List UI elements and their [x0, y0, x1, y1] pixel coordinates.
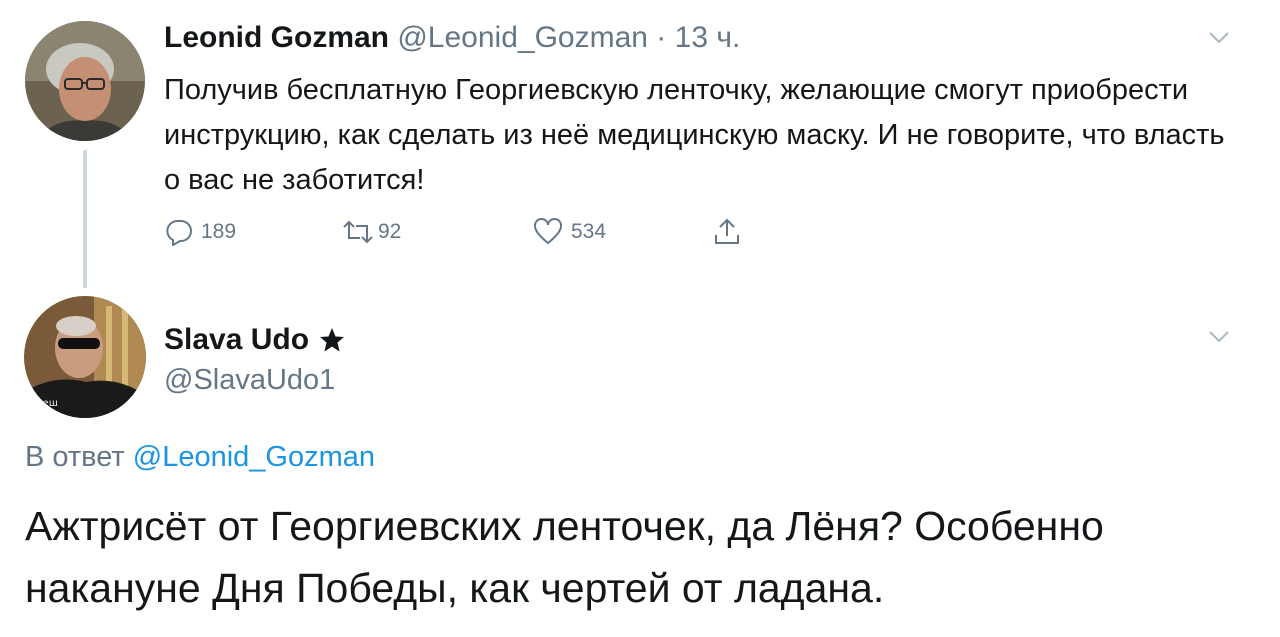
reply-icon	[166, 220, 192, 246]
svg-text:неш: неш	[36, 398, 58, 409]
author-handle[interactable]: @Leonid_Gozman	[397, 21, 648, 54]
avatar[interactable]	[25, 21, 145, 141]
reply-context: В ответ @Leonid_Gozman	[25, 436, 375, 478]
avatar[interactable]: неш	[24, 296, 146, 418]
share-icon	[715, 218, 739, 244]
share-button[interactable]	[712, 216, 742, 248]
separator: ·	[656, 21, 667, 54]
reply-prefix: В ответ	[25, 441, 125, 473]
reply-button[interactable]: 189	[165, 216, 236, 248]
tweet-header: Leonid Gozman @Leonid_Gozman · 13 ч.	[164, 18, 740, 58]
timestamp[interactable]: 13 ч.	[675, 21, 741, 54]
heart-icon	[534, 218, 562, 245]
chevron-down-icon[interactable]	[1208, 330, 1230, 344]
thread-line	[83, 150, 87, 288]
author-name[interactable]: Slava Udo	[164, 320, 309, 360]
reply-to-link[interactable]: @Leonid_Gozman	[133, 441, 375, 473]
star-icon	[320, 328, 345, 352]
tweet-text: Получив бесплатную Георгиевскую ленточку…	[164, 74, 1225, 196]
author-name-row: Slava Udo	[164, 320, 345, 360]
like-count: 534	[571, 220, 607, 243]
author-name[interactable]: Leonid Gozman	[164, 21, 389, 54]
retweet-button[interactable]: 92	[340, 216, 401, 248]
retweet-count: 92	[378, 220, 402, 243]
retweet-icon	[343, 220, 373, 244]
tweet-text: Ажтрисёт от Георгиевских ленточек, да Лё…	[25, 503, 1104, 611]
reply-count: 189	[201, 220, 237, 243]
author-handle[interactable]: @SlavaUdo1	[164, 360, 335, 400]
like-button[interactable]: 534	[533, 216, 606, 248]
chevron-down-icon[interactable]	[1208, 31, 1230, 45]
